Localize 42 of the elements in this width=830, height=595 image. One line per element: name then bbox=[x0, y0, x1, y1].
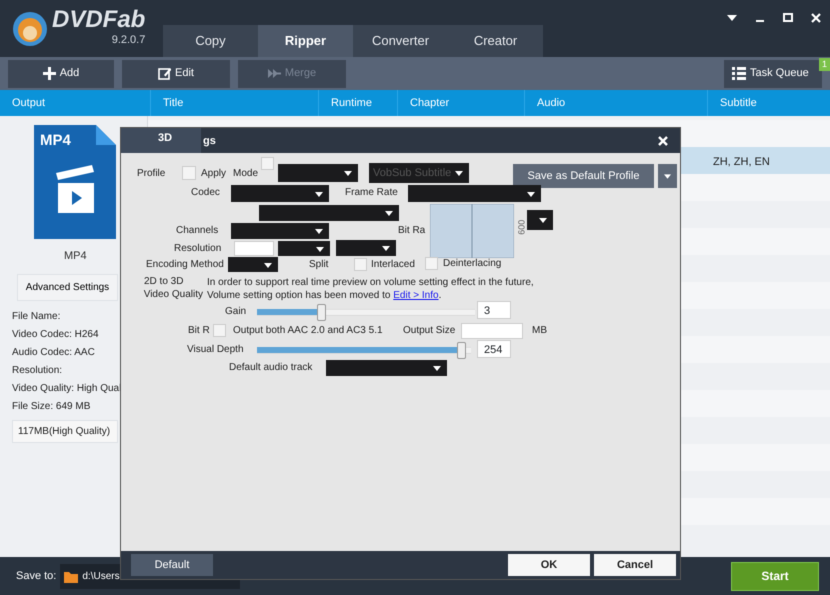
column-header: Chapter bbox=[397, 90, 450, 116]
field-label: Output both AAC 2.0 and AC3 5.1 bbox=[233, 325, 383, 337]
field-label: Bit R bbox=[188, 325, 210, 337]
column-header: Title bbox=[150, 90, 184, 116]
column-header: Runtime bbox=[318, 90, 372, 116]
info-line: Audio Codec: AAC bbox=[12, 346, 96, 360]
field-label: Bit Ra bbox=[398, 225, 426, 237]
info-text: In order to support real time preview on volume setting effect in the future, Volume setting option has been moved to Edit > Info. bbox=[207, 276, 535, 302]
field-label: Split bbox=[309, 259, 328, 271]
version-label: 9.2.0.7 bbox=[110, 33, 146, 48]
format-label: MP4 bbox=[64, 249, 87, 264]
field-label: Apply bbox=[201, 168, 226, 180]
file-type-label: MP4 bbox=[40, 131, 71, 151]
field-label: Channels bbox=[176, 225, 218, 237]
field-label: Default audio track bbox=[229, 362, 312, 374]
axis-label: 600 bbox=[515, 218, 528, 235]
dialog-title: gs bbox=[203, 134, 216, 149]
column-header: Audio bbox=[524, 90, 566, 116]
column-header: Subtitle bbox=[707, 90, 757, 116]
field-label: Video Quality bbox=[142, 289, 203, 301]
field-label: Gain bbox=[225, 306, 246, 318]
app-name: DVDFab bbox=[52, 8, 146, 32]
field-label: Visual Depth bbox=[187, 344, 244, 356]
field-label: Encoding Method bbox=[146, 259, 224, 271]
field-label: Profile bbox=[137, 168, 166, 180]
info-line: Resolution: bbox=[12, 364, 64, 378]
field-label: Interlaced bbox=[371, 259, 415, 271]
info-line: Video Codec: H264 bbox=[12, 328, 100, 342]
field-label: Deinterlacing bbox=[443, 258, 502, 270]
table-cell-text: ZH, ZH, EN bbox=[713, 155, 770, 170]
field-label: Codec bbox=[191, 187, 220, 199]
info-line: File Size: 649 MB bbox=[12, 400, 92, 414]
field-label: Mode bbox=[233, 168, 258, 180]
field-label: MB bbox=[532, 325, 547, 337]
field-label: Frame Rate bbox=[345, 187, 398, 199]
field-label: 2D to 3D bbox=[144, 276, 184, 288]
field-label: Output Size bbox=[403, 325, 456, 337]
field-label: Resolution bbox=[174, 243, 222, 255]
info-line: File Name: bbox=[12, 310, 62, 324]
save-to-label: Save to: bbox=[16, 568, 56, 584]
column-header: Output bbox=[11, 96, 46, 111]
count-badge: 1 bbox=[818, 58, 830, 70]
